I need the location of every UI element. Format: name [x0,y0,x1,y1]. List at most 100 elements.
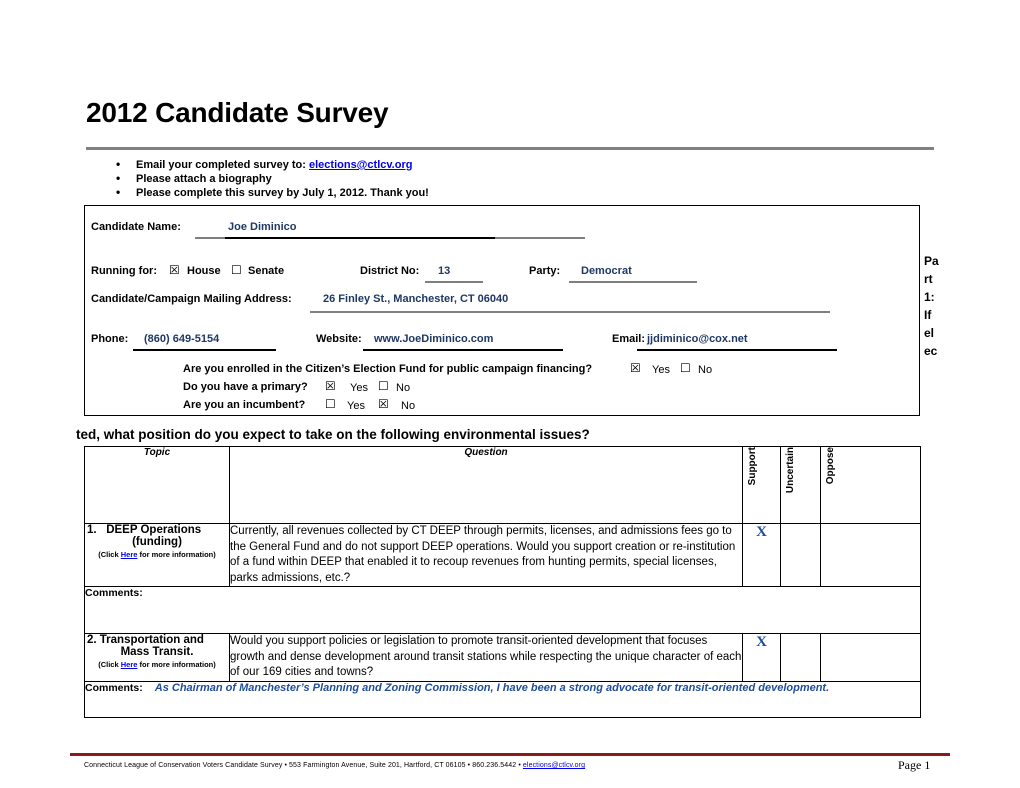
house-label: House [187,265,221,277]
incumbent-no-checkbox[interactable]: ☒ [378,398,389,410]
candidate-name-underline-inner [225,237,495,239]
row-topic-cell: 2. Transportation and Mass Transit. (Cli… [84,633,230,682]
row-topic: Transportation and [99,634,204,646]
email-link[interactable]: elections@ctlcv.org [309,159,412,171]
incumbent-no-label: No [401,400,416,412]
primary-no-checkbox[interactable]: ☐ [378,380,389,392]
table-row: 2. Transportation and Mass Transit. (Cli… [84,633,921,682]
primary-no-label: No [396,382,411,394]
row-topic-cell: 1. DEEP Operations (funding) (Click Here… [84,523,230,587]
cef-yes-checkbox[interactable]: ☒ [630,362,641,374]
part-question-continuation: ted, what position do you expect to take… [76,427,590,442]
comments-label: Comments: [85,681,143,694]
incumbent-question-label: Are you an incumbent? [183,399,306,411]
more-info-suffix: for more information) [137,550,216,559]
row-number: 2. [87,634,97,646]
candidate-info-box: Candidate Name: Joe Diminico Running for… [84,205,920,416]
row-uncertain-mark[interactable] [780,633,821,682]
district-underline [425,281,483,283]
senate-label: Senate [248,265,285,277]
address-value[interactable]: 26 Finley St., Manchester, CT 06040 [323,293,508,305]
more-info-note: (Click Here for more information) [98,660,216,669]
row-topic-line2: (funding) [132,536,182,548]
row-support-mark[interactable]: X [742,633,781,682]
table-header-row: Topic Question Support Uncertain Oppose [84,446,921,524]
row-number-and-topic: 1. DEEP Operations [85,524,229,536]
district-label: District No: [360,265,420,277]
candidate-name-label: Candidate Name: [91,221,181,233]
column-header-uncertain: Uncertain [780,446,821,524]
column-header-question: Question [229,446,743,524]
party-underline [569,281,697,283]
instructions-list: • Email your completed survey to: electi… [108,157,808,200]
comments-value[interactable]: As Chairman of Manchester’s Planning and… [155,682,829,694]
district-value[interactable]: 13 [438,265,450,277]
footer-email-link[interactable]: elections@ctlcv.org [523,762,585,769]
column-header-oppose: Oppose [820,446,921,524]
footer-text: Connecticut League of Conservation Voter… [84,762,585,769]
more-info-suffix: for more information) [137,660,216,669]
cef-no-checkbox[interactable]: ☐ [680,362,691,374]
column-header-topic: Topic [84,446,230,524]
comments-cell[interactable]: Comments: [84,586,921,634]
list-item: • Please complete this survey by July 1,… [108,185,808,200]
cef-no-label: No [698,364,713,376]
page-title: 2012 Candidate Survey [86,97,389,128]
more-info-prefix: (Click [98,660,121,669]
more-info-note: (Click Here for more information) [98,550,216,559]
phone-underline [133,349,276,351]
incumbent-yes-label: Yes [347,400,365,412]
comments-cell[interactable]: Comments: As Chairman of Manchester’s Pla… [84,680,921,718]
website-label: Website: [316,333,362,345]
row-question-cell: Currently, all revenues collected by CT … [229,523,743,587]
party-value[interactable]: Democrat [581,265,632,277]
phone-label: Phone: [91,333,129,345]
page-number: Page 1 [898,758,931,772]
incumbent-yes-checkbox[interactable]: ☐ [325,398,336,410]
footer-divider [70,753,950,756]
senate-checkbox[interactable]: ☐ [231,264,242,276]
primary-yes-label: Yes [350,382,368,394]
list-item: • Please attach a biography [108,171,808,186]
instruction-text: Email your completed survey to: [136,159,309,171]
part-section-label: Part 1: If elec [924,254,939,358]
party-label: Party: [529,265,561,277]
row-question-cell: Would you support policies or legislatio… [229,633,743,682]
more-info-link[interactable]: Here [121,550,138,559]
row-topic-line2: Mass Transit. [120,646,194,658]
running-for-label: Running for: [91,265,157,277]
bullet-icon: • [116,171,121,185]
cef-question-label: Are you enrolled in the Citizen’s Electi… [183,363,593,375]
row-support-mark[interactable]: X [742,523,781,587]
email-label: Email: [612,333,646,345]
comments-row: Comments: [84,586,921,634]
bullet-icon: • [116,185,121,199]
candidate-name-value[interactable]: Joe Diminico [228,221,296,233]
column-header-uncertain-label: Uncertain [785,447,796,494]
primary-question-label: Do you have a primary? [183,381,308,393]
email-value[interactable]: jjdiminico@cox.net [647,333,748,345]
row-oppose-mark[interactable] [820,633,921,682]
row-number-and-topic: 2. Transportation and [85,634,229,646]
more-info-link[interactable]: Here [121,660,138,669]
primary-yes-checkbox[interactable]: ☒ [325,380,336,392]
row-uncertain-mark[interactable] [780,523,821,587]
title-divider [86,147,934,150]
cef-yes-label: Yes [652,364,670,376]
survey-table: Topic Question Support Uncertain Oppose … [84,446,921,718]
website-value[interactable]: www.JoeDiminico.com [374,333,493,345]
email-underline [637,349,837,351]
column-header-support: Support [742,446,781,524]
more-info-prefix: (Click [98,550,121,559]
list-item: • Email your completed survey to: electi… [108,157,808,172]
instruction-text: Please complete this survey by July 1, 2… [136,187,429,199]
address-underline [310,311,830,313]
footer-org-info: Connecticut League of Conservation Voter… [84,762,523,769]
website-underline [363,349,563,351]
address-label: Candidate/Campaign Mailing Address: [91,293,292,305]
table-row: 1. DEEP Operations (funding) (Click Here… [84,523,921,587]
house-checkbox[interactable]: ☒ [169,264,180,276]
row-oppose-mark[interactable] [820,523,921,587]
phone-value[interactable]: (860) 649-5154 [144,333,219,345]
column-header-support-label: Support [747,447,758,486]
